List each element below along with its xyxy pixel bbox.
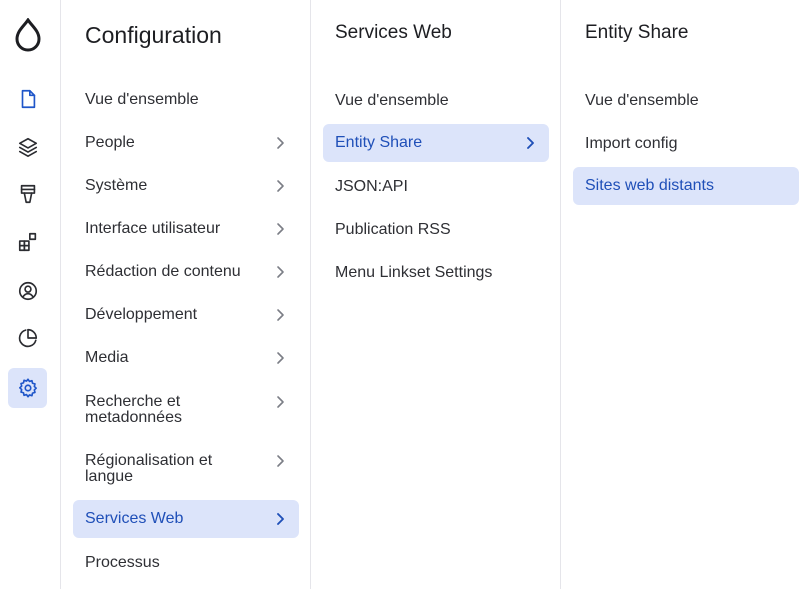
admin-navigation: Configuration Vue d'ensemble People Syst… xyxy=(0,0,800,589)
entity-share-column: Entity Share Vue d'ensemble Import confi… xyxy=(561,0,800,589)
column-title: Services Web xyxy=(335,22,452,43)
people-icon[interactable] xyxy=(8,271,47,311)
configuration-icon[interactable] xyxy=(8,368,47,408)
chevron-right-icon xyxy=(277,137,284,149)
menu-item-import-config[interactable]: Import config xyxy=(573,127,799,160)
menu-item-overview[interactable]: Vue d'ensemble xyxy=(323,84,549,117)
menu-item-search-metadata[interactable]: Recherche et metadonnées xyxy=(73,389,299,429)
chevron-right-icon xyxy=(277,309,284,321)
menu-item-media[interactable]: Media xyxy=(73,341,299,375)
menu-item-web-services[interactable]: Services Web xyxy=(73,500,299,538)
content-icon[interactable] xyxy=(8,79,47,119)
chevron-right-icon xyxy=(277,180,284,192)
configuration-column: Configuration Vue d'ensemble People Syst… xyxy=(61,0,311,589)
menu-item-linkset-settings[interactable]: Menu Linkset Settings xyxy=(323,256,549,289)
column-title: Entity Share xyxy=(585,22,689,43)
menu-item-workflow[interactable]: Processus xyxy=(73,546,299,579)
menu-item-people[interactable]: People xyxy=(73,126,299,160)
menu-item-overview[interactable]: Vue d'ensemble xyxy=(73,83,299,116)
menu-item-remote-websites[interactable]: Sites web distants xyxy=(573,167,799,205)
drupal-logo-icon[interactable] xyxy=(14,18,42,52)
menu-item-development[interactable]: Développement xyxy=(73,298,299,332)
menu-item-user-interface[interactable]: Interface utilisateur xyxy=(73,212,299,246)
menu-item-system[interactable]: Système xyxy=(73,169,299,203)
structure-icon[interactable] xyxy=(8,127,47,167)
chevron-right-icon xyxy=(527,137,534,149)
chevron-right-icon xyxy=(277,455,284,467)
icon-toolbar xyxy=(0,0,61,589)
appearance-icon[interactable] xyxy=(8,174,47,214)
extend-icon[interactable] xyxy=(8,222,47,262)
menu-item-overview[interactable]: Vue d'ensemble xyxy=(573,84,799,117)
menu-item-regional-language[interactable]: Régionalisation et langue xyxy=(73,448,299,488)
chevron-right-icon xyxy=(277,223,284,235)
chevron-right-icon xyxy=(277,266,284,278)
menu-item-entity-share[interactable]: Entity Share xyxy=(323,124,549,162)
menu-item-rss-publishing[interactable]: Publication RSS xyxy=(323,213,549,246)
column-title: Configuration xyxy=(85,22,222,48)
menu-item-content-authoring[interactable]: Rédaction de contenu xyxy=(73,255,299,289)
chevron-right-icon xyxy=(277,513,284,525)
reports-icon[interactable] xyxy=(8,318,47,358)
chevron-right-icon xyxy=(277,352,284,364)
web-services-column: Services Web Vue d'ensemble Entity Share… xyxy=(311,0,561,589)
menu-item-jsonapi[interactable]: JSON:API xyxy=(323,170,549,203)
chevron-right-icon xyxy=(277,396,284,408)
